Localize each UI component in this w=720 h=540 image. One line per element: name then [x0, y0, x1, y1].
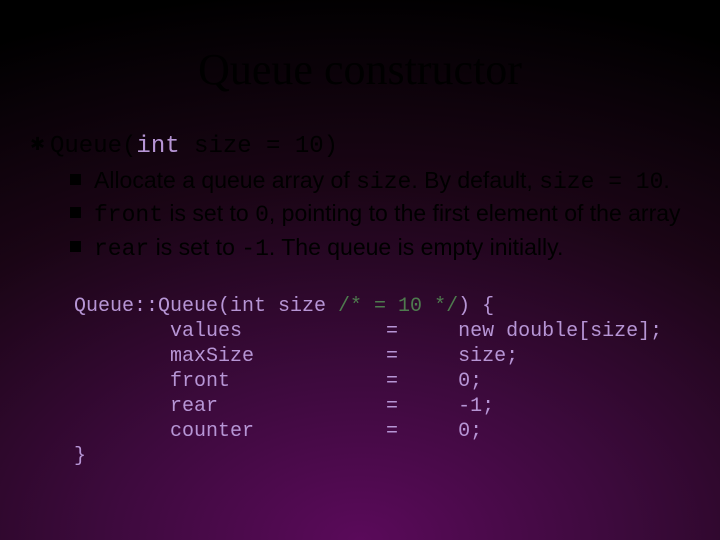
slide: 80 Queue constructor ✱ Queue(int size = …: [0, 0, 720, 540]
code-span: size: [356, 169, 411, 195]
list-item: rear is set to -1. The queue is empty in…: [70, 233, 690, 264]
code-line: maxSize = size;: [74, 345, 518, 368]
code-span: size = 10: [539, 169, 663, 195]
sig-keyword: int: [136, 133, 179, 160]
bullet-list: Allocate a queue array of size. By defau…: [30, 160, 690, 264]
code-span: -1: [241, 236, 269, 262]
list-item: front is set to 0, pointing to the first…: [70, 199, 690, 230]
slide-title: Queue constructor: [0, 0, 720, 95]
text: .: [663, 167, 669, 193]
code-span: 0: [255, 202, 269, 228]
code-line: }: [74, 445, 86, 468]
text: is set to: [149, 234, 241, 260]
bullet-star-icon: ✱: [30, 135, 48, 153]
code-line: values = new double[size];: [74, 320, 662, 343]
code-comment: /* = 10 */: [338, 295, 458, 318]
code-line: Queue::Queue(int size: [74, 295, 338, 318]
text: . The queue is empty initially.: [269, 234, 563, 260]
code-line: front = 0;: [74, 370, 482, 393]
page-number: 80: [8, 4, 22, 19]
text: Allocate a queue array of: [94, 167, 356, 193]
sig-rest: size = 10): [180, 133, 338, 160]
code-line: rear = -1;: [74, 395, 494, 418]
code-line: counter = 0;: [74, 420, 482, 443]
text: . By default,: [411, 167, 539, 193]
text: is set to: [163, 200, 255, 226]
list-item: Allocate a queue array of size. By defau…: [70, 166, 690, 197]
function-signature: ✱ Queue(int size = 10): [30, 131, 690, 160]
slide-content: ✱ Queue(int size = 10) Allocate a queue …: [0, 95, 720, 469]
code-block: Queue::Queue(int size /* = 10 */) { valu…: [30, 266, 690, 469]
sig-name: Queue(: [50, 133, 136, 160]
code-span: front: [94, 202, 163, 228]
code-span: rear: [94, 236, 149, 262]
text: , pointing to the first element of the a…: [269, 200, 681, 226]
code-line: ) {: [458, 295, 494, 318]
